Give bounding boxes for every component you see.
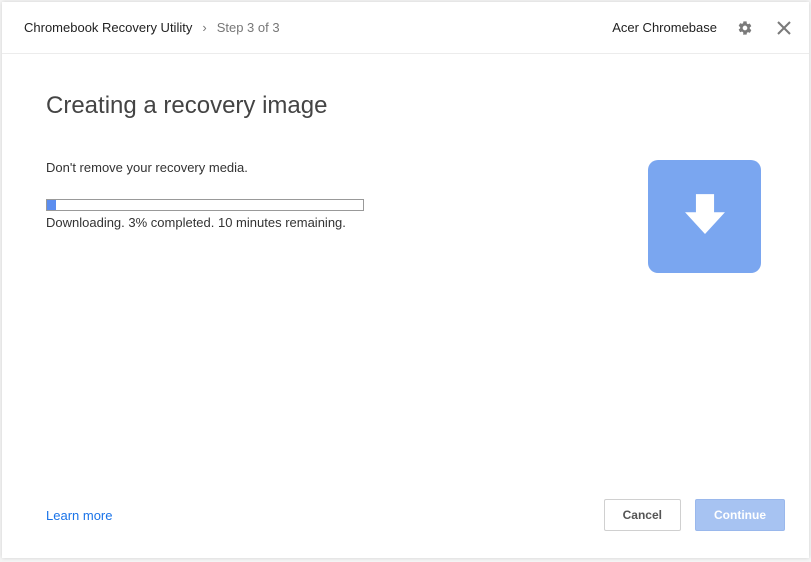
download-arrow-icon xyxy=(676,185,734,248)
progress-bar xyxy=(46,199,364,211)
footer-bar: Learn more Cancel Continue xyxy=(2,496,809,558)
breadcrumb-separator-icon: › xyxy=(202,20,206,35)
continue-button[interactable]: Continue xyxy=(695,499,785,531)
device-name: Acer Chromebase xyxy=(612,20,717,35)
header-bar: Chromebook Recovery Utility › Step 3 of … xyxy=(2,2,809,54)
breadcrumb: Chromebook Recovery Utility › Step 3 of … xyxy=(24,20,612,35)
app-window: Chromebook Recovery Utility › Step 3 of … xyxy=(2,2,809,558)
page-title: Creating a recovery image xyxy=(46,92,761,120)
app-name: Chromebook Recovery Utility xyxy=(24,20,192,35)
step-indicator: Step 3 of 3 xyxy=(217,20,280,35)
learn-more-link[interactable]: Learn more xyxy=(46,508,112,523)
close-icon[interactable] xyxy=(777,21,791,35)
gear-icon[interactable] xyxy=(737,20,753,36)
cancel-button[interactable]: Cancel xyxy=(604,499,681,531)
content-area: Creating a recovery image Don't remove y… xyxy=(2,54,809,496)
progress-fill xyxy=(47,200,56,210)
download-tile xyxy=(648,160,761,273)
